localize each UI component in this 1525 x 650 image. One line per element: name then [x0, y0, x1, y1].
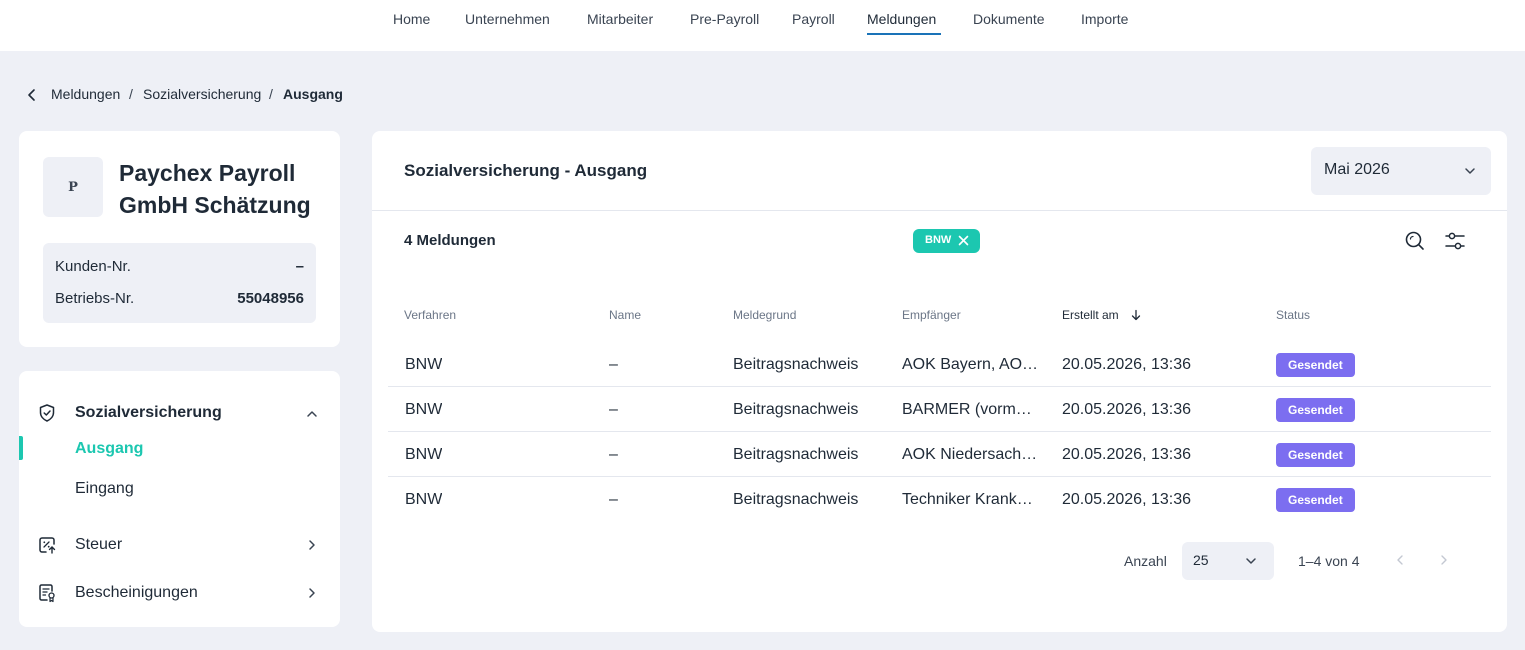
breadcrumb-current: Ausgang: [283, 86, 343, 102]
chevron-right-icon[interactable]: [305, 538, 319, 552]
filter-chip-label: BNW: [925, 234, 952, 246]
nav-importe[interactable]: Importe: [1081, 11, 1128, 27]
breadcrumb-sozialversicherung[interactable]: Sozialversicherung: [143, 86, 261, 102]
cell-meldegrund: Beitragsnachweis: [733, 356, 859, 373]
nav-mitarbeiter[interactable]: Mitarbeiter: [587, 11, 653, 27]
cell-meldegrund: Beitragsnachweis: [733, 446, 859, 463]
page-size-label: Anzahl: [1124, 553, 1167, 569]
page-size-value: 25: [1193, 552, 1209, 568]
cell-name: –: [609, 491, 618, 508]
status-badge: Gesendet: [1276, 443, 1355, 467]
col-verfahren[interactable]: Verfahren: [404, 308, 456, 322]
company-avatar: P: [43, 157, 103, 217]
cell-verfahren: BNW: [405, 446, 443, 463]
active-indicator: [19, 436, 23, 460]
table-row[interactable]: BNW – Beitragsnachweis AOK Bayern, AO… 2…: [388, 342, 1491, 387]
table-row[interactable]: BNW – Beitragsnachweis BARMER (vorm… 20.…: [388, 387, 1491, 432]
cell-meldegrund: Beitragsnachweis: [733, 491, 859, 508]
nav-dokumente[interactable]: Dokumente: [973, 11, 1045, 27]
active-nav-underline: [867, 33, 941, 35]
nav-meldungen[interactable]: Meldungen: [867, 11, 936, 27]
month-select[interactable]: Mai 2026: [1311, 147, 1491, 195]
page-title: Sozialversicherung - Ausgang: [404, 161, 648, 180]
chevron-left-icon[interactable]: [24, 87, 40, 103]
certificate-icon: [39, 584, 55, 603]
filter-sliders-icon[interactable]: [1443, 229, 1467, 253]
menu-sozialversicherung[interactable]: Sozialversicherung: [75, 404, 222, 422]
cell-erstellt-am: 20.05.2026, 13:36: [1062, 401, 1192, 418]
chevron-up-icon[interactable]: [305, 407, 319, 421]
nav-unternehmen[interactable]: Unternehmen: [465, 11, 550, 27]
month-select-value: Mai 2026: [1324, 161, 1390, 178]
betriebs-nr-value: 55048956: [237, 290, 304, 307]
result-count: 4 Meldungen: [404, 232, 496, 249]
tax-icon: [39, 537, 56, 554]
cell-empfaenger: AOK Niedersach…: [902, 446, 1038, 463]
cell-empfaenger: AOK Bayern, AO…: [902, 356, 1039, 373]
col-name[interactable]: Name: [609, 308, 641, 322]
menu-eingang[interactable]: Eingang: [75, 480, 134, 498]
filter-chip[interactable]: BNW: [913, 229, 980, 253]
cell-erstellt-am: 20.05.2026, 13:36: [1062, 446, 1192, 463]
sort-arrow-down-icon: [1131, 309, 1141, 321]
company-card: P Paychex Payroll GmbH Schätzung Kunden-…: [19, 131, 340, 347]
kunden-nr-value: –: [295, 258, 304, 275]
menu-bescheinigungen[interactable]: Bescheinigungen: [75, 584, 198, 602]
status-badge: Gesendet: [1276, 353, 1355, 377]
chevron-down-icon: [1465, 168, 1475, 174]
menu-ausgang[interactable]: Ausgang: [75, 440, 143, 458]
chevron-down-icon: [1246, 558, 1256, 564]
cell-erstellt-am: 20.05.2026, 13:36: [1062, 356, 1192, 373]
cell-name: –: [609, 446, 618, 463]
nav-pre-payroll[interactable]: Pre-Payroll: [690, 11, 759, 27]
cell-erstellt-am: 20.05.2026, 13:36: [1062, 491, 1192, 508]
col-erstellt-am-label: Erstellt am: [1062, 308, 1119, 322]
close-icon[interactable]: [957, 234, 970, 247]
col-empfaenger[interactable]: Empfänger: [902, 308, 961, 322]
status-badge: Gesendet: [1276, 398, 1355, 422]
breadcrumb-meldungen[interactable]: Meldungen: [51, 86, 120, 102]
nav-home[interactable]: Home: [393, 11, 430, 27]
menu-steuer[interactable]: Steuer: [75, 536, 122, 554]
company-name: Paychex Payroll GmbH Schätzung: [119, 160, 311, 218]
cell-name: –: [609, 401, 618, 418]
cell-verfahren: BNW: [405, 401, 443, 418]
company-ids: Kunden-Nr. – Betriebs-Nr. 55048956: [43, 243, 316, 323]
col-erstellt-am[interactable]: Erstellt am: [1062, 308, 1142, 322]
main-panel: Sozialversicherung - Ausgang Mai 2026 4 …: [372, 131, 1507, 632]
next-page-button[interactable]: [1437, 553, 1451, 567]
top-navigation: Home Unternehmen Mitarbeiter Pre-Payroll…: [0, 0, 1525, 51]
page-range: 1–4 von 4: [1298, 553, 1360, 569]
header-divider: [372, 210, 1507, 211]
cell-name: –: [609, 356, 618, 373]
page-size-select[interactable]: 25: [1182, 542, 1274, 580]
chevron-right-icon[interactable]: [305, 586, 319, 600]
table-row[interactable]: BNW – Beitragsnachweis AOK Niedersach… 2…: [388, 432, 1491, 477]
nav-payroll[interactable]: Payroll: [792, 11, 835, 27]
col-meldegrund[interactable]: Meldegrund: [733, 308, 796, 322]
betriebs-nr-label: Betriebs-Nr.: [55, 290, 135, 307]
cell-verfahren: BNW: [405, 491, 443, 508]
side-menu: Sozialversicherung Ausgang Eingang Steue…: [19, 371, 340, 627]
cell-empfaenger: BARMER (vorm…: [902, 401, 1032, 418]
status-badge: Gesendet: [1276, 488, 1355, 512]
kunden-nr-label: Kunden-Nr.: [55, 258, 131, 275]
col-status[interactable]: Status: [1276, 308, 1310, 322]
cell-meldegrund: Beitragsnachweis: [733, 401, 859, 418]
search-icon[interactable]: [1403, 229, 1427, 253]
cell-empfaenger: Techniker Krank…: [902, 491, 1033, 508]
cell-verfahren: BNW: [405, 356, 443, 373]
breadcrumb-separator: /: [269, 86, 273, 102]
previous-page-button[interactable]: [1393, 553, 1407, 567]
breadcrumb-separator: /: [129, 86, 133, 102]
table-row[interactable]: BNW – Beitragsnachweis Techniker Krank… …: [388, 477, 1491, 522]
shield-icon: [39, 404, 55, 422]
